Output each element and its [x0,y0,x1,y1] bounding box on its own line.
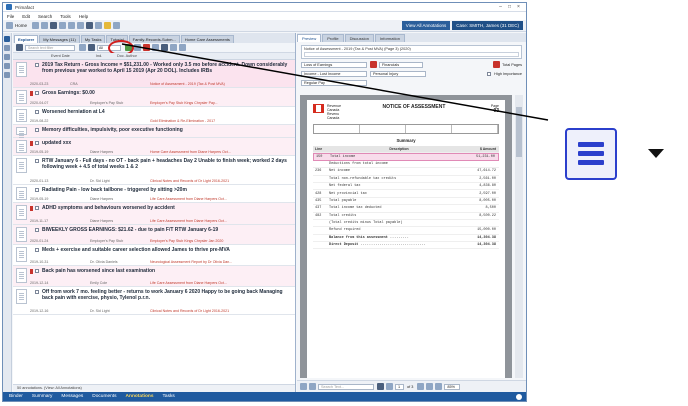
dropdown-caret-icon [648,149,664,158]
callout-connector [121,43,549,121]
callout-line [121,43,549,121]
list-view-zoom-icon [565,128,617,180]
